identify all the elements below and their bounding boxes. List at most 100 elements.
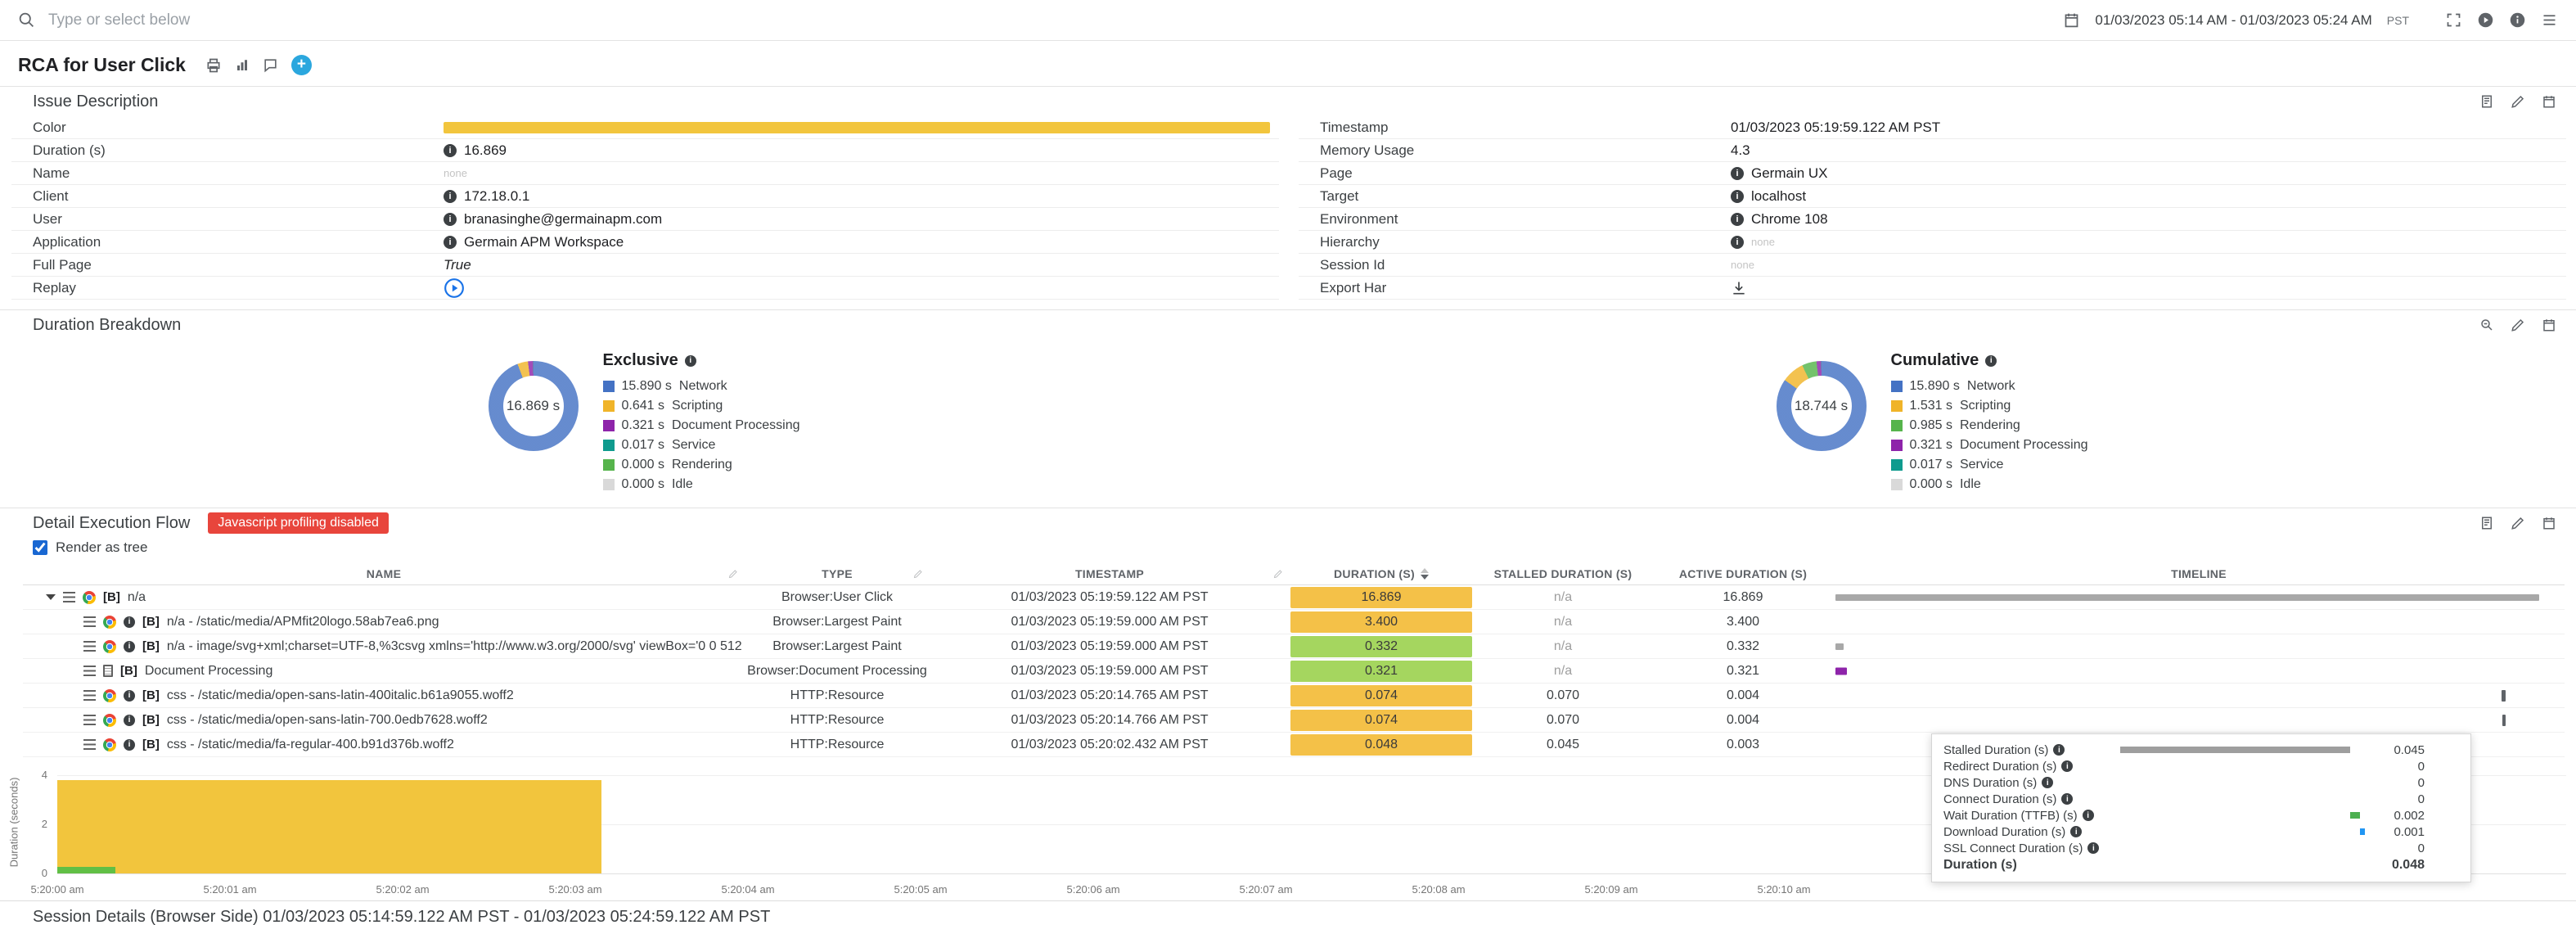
add-button[interactable] (291, 55, 312, 75)
color-swatch[interactable] (444, 122, 1270, 133)
flow-table-header: NAME TYPE TIMESTAMP DURATION (S) STALLED… (23, 562, 2565, 585)
timeline-cell (1833, 610, 2565, 634)
render-as-tree-checkbox[interactable] (33, 540, 47, 555)
table-row[interactable]: [B] css - /static/media/open-sans-latin-… (23, 708, 2565, 733)
menu-icon[interactable] (2541, 11, 2558, 29)
row-type: Browser:Largest Paint (745, 639, 930, 654)
timeline-cell (1833, 659, 2565, 683)
session-details-header[interactable]: Session Details (Browser Side) 01/03/202… (0, 900, 2576, 925)
row-menu-icon[interactable] (83, 690, 96, 701)
legend-swatch (1891, 420, 1903, 431)
legend-item[interactable]: 1.531 sScripting (1891, 396, 2088, 416)
duration-breakdown-panel: Duration Breakdown 16.869 s Exclusive 15… (0, 309, 2576, 508)
legend-item[interactable]: 0.017 sService (603, 435, 800, 455)
info-icon[interactable] (444, 190, 457, 203)
tooltip-row: Wait Duration (TTFB) (s) 0.002 (1943, 807, 2425, 823)
info-icon[interactable] (124, 641, 135, 652)
search-input[interactable] (48, 11, 948, 29)
table-row[interactable]: [B] css - /static/media/open-sans-latin-… (23, 684, 2565, 708)
y-tick: 2 (21, 818, 47, 830)
print-icon[interactable] (205, 57, 222, 74)
edit-icon[interactable] (2511, 318, 2525, 332)
replay-play-button[interactable] (444, 278, 465, 299)
comment-icon[interactable] (263, 57, 278, 73)
edit-icon[interactable] (2511, 516, 2525, 530)
info-icon[interactable] (124, 739, 135, 751)
info-icon[interactable] (2509, 11, 2526, 29)
info-icon[interactable] (1731, 190, 1744, 203)
row-name-cell: [B] css - /static/media/open-sans-latin-… (23, 688, 745, 703)
notes-icon[interactable] (2479, 516, 2494, 530)
table-row[interactable]: [B] n/a - /static/media/APMfit20logo.58a… (23, 610, 2565, 634)
legend-item[interactable]: 15.890 sNetwork (1891, 377, 2088, 396)
row-menu-icon[interactable] (83, 666, 96, 676)
legend-item[interactable]: 0.641 sScripting (603, 396, 800, 416)
row-menu-icon[interactable] (83, 641, 96, 652)
timeline-bar (1835, 594, 2539, 601)
legend-item[interactable]: 0.000 sRendering (603, 455, 800, 475)
global-search (18, 11, 2063, 29)
date-range[interactable]: 01/03/2023 05:14 AM - 01/03/2023 05:24 A… (2095, 12, 2371, 29)
legend-item[interactable]: 15.890 sNetwork (603, 377, 800, 396)
table-row[interactable]: [B] n/a Browser:User Click 01/03/2023 05… (23, 585, 2565, 610)
info-icon[interactable] (124, 715, 135, 726)
column-header-timeline[interactable]: TIMELINE (1833, 562, 2565, 584)
zoom-icon[interactable] (2479, 318, 2494, 332)
calendar-icon[interactable] (2063, 11, 2080, 29)
calendar-icon[interactable] (2542, 516, 2556, 530)
edit-icon[interactable] (2511, 94, 2525, 109)
download-icon[interactable] (1731, 280, 1747, 296)
legend-item[interactable]: 0.321 sDocument Processing (1891, 435, 2088, 455)
row-menu-icon[interactable] (63, 592, 75, 602)
row-menu-icon[interactable] (83, 715, 96, 725)
legend-swatch (1891, 479, 1903, 490)
legend-item[interactable]: 0.017 sService (1891, 455, 2088, 475)
info-icon[interactable] (1731, 236, 1744, 249)
issue-left-table: Color Duration (s) 16.869 Name none Clie… (11, 116, 1279, 300)
column-header-duration[interactable]: DURATION (S) (1290, 562, 1473, 584)
field-hierarchy: Hierarchy none (1299, 231, 2566, 254)
row-timestamp: 01/03/2023 05:19:59.000 AM PST (930, 639, 1290, 654)
calendar-icon[interactable] (2542, 94, 2556, 109)
notes-icon[interactable] (2479, 94, 2494, 109)
column-header-timestamp[interactable]: TIMESTAMP (930, 562, 1290, 584)
play-icon[interactable] (2477, 11, 2494, 29)
info-icon[interactable] (444, 236, 457, 249)
field-client: Client 172.18.0.1 (11, 185, 1279, 208)
tooltip-row: Redirect Duration (s) 0 (1943, 758, 2425, 774)
legend-item[interactable]: 0.000 sIdle (1891, 475, 2088, 494)
row-menu-icon[interactable] (83, 616, 96, 627)
row-active: 0.003 (1653, 738, 1833, 752)
info-icon[interactable] (685, 355, 696, 367)
legend-item[interactable]: 0.985 sRendering (1891, 416, 2088, 435)
timeline-bar (2502, 715, 2506, 726)
info-icon[interactable] (1731, 213, 1744, 226)
row-menu-icon[interactable] (83, 739, 96, 750)
legend-swatch (1891, 400, 1903, 412)
fullscreen-icon[interactable] (2445, 11, 2462, 29)
info-icon[interactable] (1731, 167, 1744, 180)
column-header-stalled-duration[interactable]: STALLED DURATION (S) (1473, 562, 1653, 584)
flow-panel-title: Detail Execution Flow (33, 514, 190, 533)
timeline-bar (1835, 667, 1847, 675)
chevron-down-icon[interactable] (46, 594, 56, 600)
column-header-type[interactable]: TYPE (745, 562, 930, 584)
row-timestamp: 01/03/2023 05:19:59.000 AM PST (930, 615, 1290, 629)
chart-icon[interactable] (235, 58, 250, 73)
browser-badge: [B] (142, 688, 160, 702)
column-header-name[interactable]: NAME (23, 562, 745, 584)
legend-item[interactable]: 0.000 sIdle (603, 475, 800, 494)
row-active: 16.869 (1653, 590, 1833, 605)
info-icon[interactable] (444, 144, 457, 157)
browser-badge: [B] (120, 664, 137, 678)
info-icon[interactable] (124, 690, 135, 702)
info-icon[interactable] (124, 616, 135, 628)
legend-item[interactable]: 0.321 sDocument Processing (603, 416, 800, 435)
table-row[interactable]: [B] n/a - image/svg+xml;charset=UTF-8,%3… (23, 634, 2565, 659)
scripting-area (57, 780, 601, 873)
calendar-icon[interactable] (2542, 318, 2556, 332)
table-row[interactable]: [B] Document Processing Browser:Document… (23, 659, 2565, 684)
column-header-active-duration[interactable]: ACTIVE DURATION (S) (1653, 562, 1833, 584)
info-icon[interactable] (444, 213, 457, 226)
info-icon[interactable] (1985, 355, 1997, 367)
